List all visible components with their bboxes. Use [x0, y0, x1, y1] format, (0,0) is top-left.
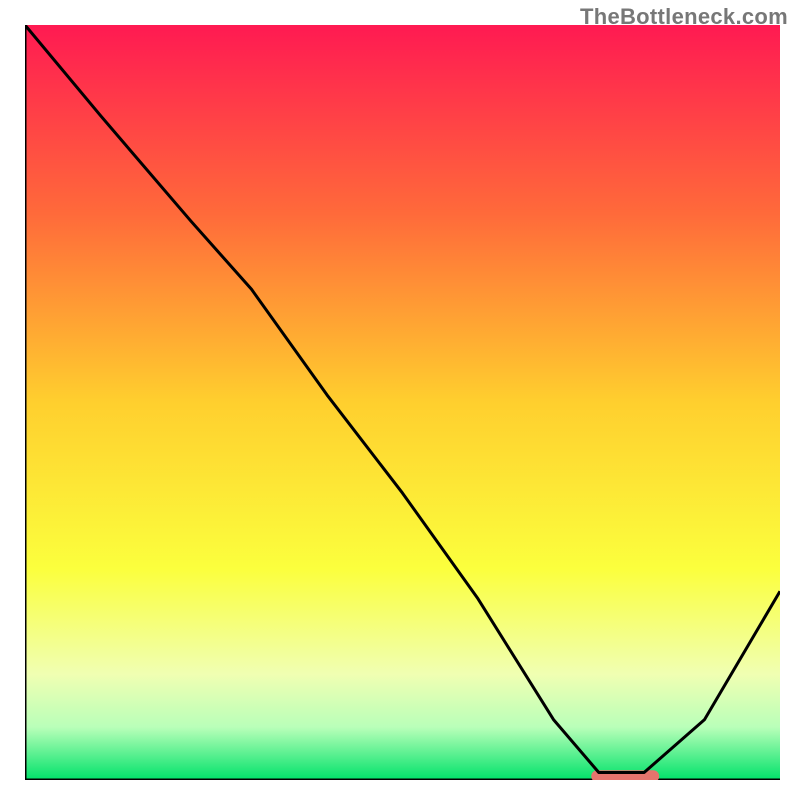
bottleneck-chart — [25, 25, 780, 780]
chart-background — [25, 25, 780, 780]
chart-svg — [25, 25, 780, 780]
